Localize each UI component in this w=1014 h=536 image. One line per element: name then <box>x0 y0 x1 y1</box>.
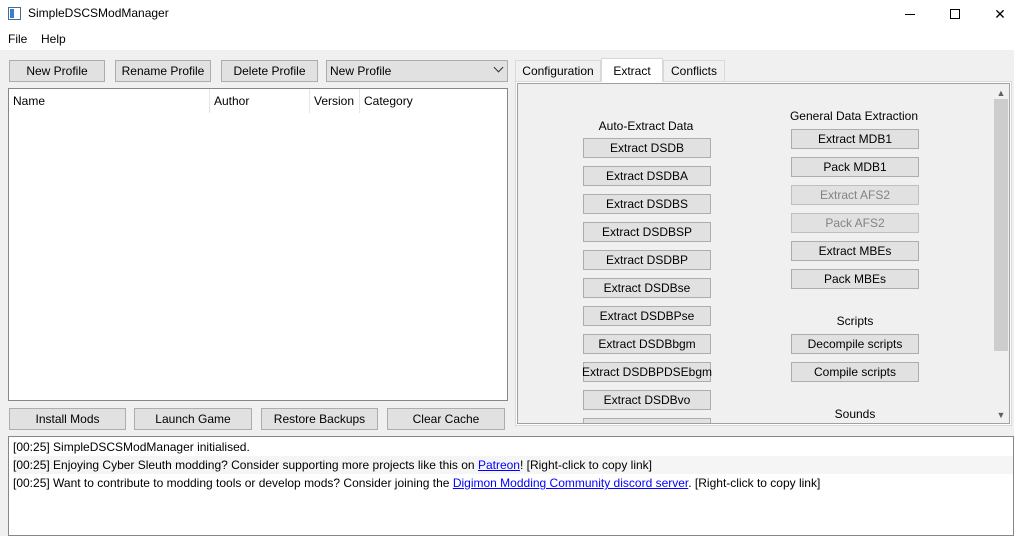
pack-afs2-button[interactable]: Pack AFS2 <box>791 213 919 233</box>
extract-dsdbsp-button[interactable]: Extract DSDBSP <box>583 222 711 242</box>
extract-partial-button[interactable] <box>583 418 711 423</box>
log-line: [00:25] Enjoying Cyber Sleuth modding? C… <box>13 456 1013 474</box>
log-panel[interactable]: [00:25] SimpleDSCSModManager initialised… <box>8 436 1014 536</box>
discord-link[interactable]: Digimon Modding Community discord server <box>453 476 688 490</box>
extract-dsdbse-button[interactable]: Extract DSDBse <box>583 278 711 298</box>
extract-afs2-button[interactable]: Extract AFS2 <box>791 185 919 205</box>
extract-scroll-area[interactable]: Auto-Extract Data Extract DSDB Extract D… <box>517 83 1010 424</box>
extract-dsdb-button[interactable]: Extract DSDB <box>583 138 711 158</box>
pack-mbes-button[interactable]: Pack MBEs <box>791 269 919 289</box>
delete-profile-button[interactable]: Delete Profile <box>221 60 318 82</box>
app-icon <box>8 7 21 20</box>
scripts-title: Scripts <box>836 314 874 328</box>
extract-mbes-button[interactable]: Extract MBEs <box>791 241 919 261</box>
close-button[interactable]: ✕ <box>977 0 1014 28</box>
column-header-version[interactable]: Version <box>310 89 360 113</box>
extract-dsdbvo-button[interactable]: Extract DSDBvo <box>583 390 711 410</box>
launch-game-button[interactable]: Launch Game <box>134 408 252 430</box>
maximize-button[interactable] <box>932 0 978 28</box>
log-text: [00:25] Want to contribute to modding to… <box>13 476 453 490</box>
extract-mdb1-button[interactable]: Extract MDB1 <box>791 129 919 149</box>
column-header-name[interactable]: Name <box>9 89 210 113</box>
log-line: [00:25] SimpleDSCSModManager initialised… <box>13 440 250 454</box>
log-text: ! [Right-click to copy link] <box>519 458 653 472</box>
new-profile-button[interactable]: New Profile <box>9 60 105 82</box>
log-line: [00:25] Want to contribute to modding to… <box>13 474 1013 492</box>
profile-select-value: New Profile <box>330 64 392 78</box>
tab-configuration[interactable]: Configuration <box>515 60 601 82</box>
tab-conflicts[interactable]: Conflicts <box>663 60 725 82</box>
menu-bar: File Help <box>0 28 1014 50</box>
sounds-title: Sounds <box>834 407 876 421</box>
close-icon: ✕ <box>994 5 1006 22</box>
install-mods-button[interactable]: Install Mods <box>9 408 126 430</box>
patreon-link[interactable]: Patreon <box>478 458 520 472</box>
title-bar: SimpleDSCSModManager ✕ <box>0 0 1014 28</box>
clear-cache-button[interactable]: Clear Cache <box>387 408 505 430</box>
log-text: . [Right-click to copy link] <box>688 476 821 490</box>
extract-dsdbpdsebgm-button[interactable]: Extract DSDBPDSEbgm <box>582 362 712 382</box>
compile-scripts-button[interactable]: Compile scripts <box>791 362 919 382</box>
chevron-down-icon <box>493 62 504 73</box>
column-header-category[interactable]: Category <box>360 89 507 113</box>
restore-backups-button[interactable]: Restore Backups <box>261 408 378 430</box>
minimize-button[interactable] <box>887 0 933 28</box>
extract-dsdbp-button[interactable]: Extract DSDBP <box>583 250 711 270</box>
maximize-icon <box>950 9 960 19</box>
decompile-scripts-button[interactable]: Decompile scripts <box>791 334 919 354</box>
scroll-down-icon[interactable]: ▼ <box>993 406 1009 423</box>
pack-mdb1-button[interactable]: Pack MDB1 <box>791 157 919 177</box>
extract-dsdba-button[interactable]: Extract DSDBA <box>583 166 711 186</box>
column-header-author[interactable]: Author <box>210 89 310 113</box>
menu-help[interactable]: Help <box>41 32 66 46</box>
extract-dsdbpse-button[interactable]: Extract DSDBPse <box>583 306 711 326</box>
auto-extract-title: Auto-Extract Data <box>598 119 694 133</box>
menu-file[interactable]: File <box>8 32 27 46</box>
rename-profile-button[interactable]: Rename Profile <box>115 60 211 82</box>
minimize-icon <box>905 13 915 15</box>
tab-extract[interactable]: Extract <box>601 58 663 82</box>
profile-select[interactable]: New Profile <box>326 60 508 82</box>
window-title: SimpleDSCSModManager <box>28 6 169 20</box>
scroll-thumb[interactable] <box>994 99 1008 351</box>
extract-scrollbar[interactable]: ▲ ▼ <box>993 84 1009 423</box>
general-extract-title: General Data Extraction <box>789 109 919 123</box>
extract-dsdbs-button[interactable]: Extract DSDBS <box>583 194 711 214</box>
mod-list[interactable]: Name Author Version Category <box>8 88 508 401</box>
extract-dsdbbgm-button[interactable]: Extract DSDBbgm <box>583 334 711 354</box>
log-text: [00:25] Enjoying Cyber Sleuth modding? C… <box>13 458 478 472</box>
